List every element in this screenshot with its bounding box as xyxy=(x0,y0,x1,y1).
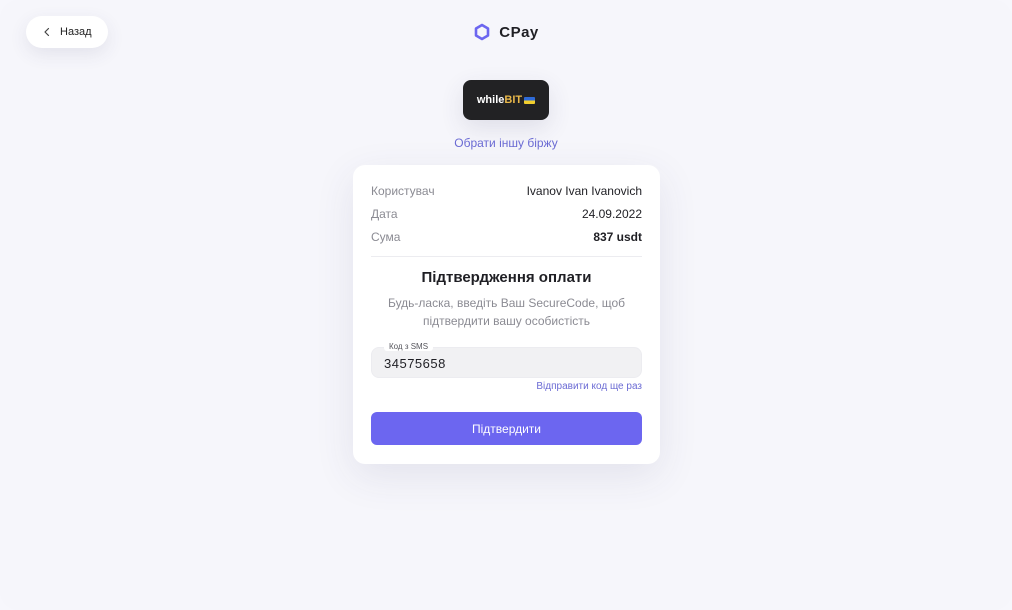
page-background: Назад CPay while BIT Обрати іншу біржу Ко… xyxy=(0,0,1012,610)
detail-row-user: Користувач Ivanov Ivan Ivanovich xyxy=(371,183,642,199)
ukraine-flag-icon xyxy=(524,96,536,104)
change-exchange-link[interactable]: Обрати іншу біржу xyxy=(0,136,1012,150)
brand-name: CPay xyxy=(499,23,539,41)
sms-code-field[interactable]: Код з SMS xyxy=(371,342,642,378)
detail-label: Дата xyxy=(371,207,398,221)
detail-label: Сума xyxy=(371,230,401,244)
confirm-title: Підтвердження оплати xyxy=(421,269,592,286)
exchange-logo: while BIT xyxy=(463,80,549,120)
exchange-name-part1: while xyxy=(476,94,505,106)
sms-code-input[interactable] xyxy=(384,355,624,371)
detail-row-date: Дата 24.09.2022 xyxy=(371,206,642,222)
payment-card: Користувач Ivanov Ivan Ivanovich Дата 24… xyxy=(353,165,660,464)
sms-code-label: Код з SMS xyxy=(384,342,434,351)
detail-value: 837 usdt xyxy=(593,230,642,244)
detail-row-amount: Сума 837 usdt xyxy=(371,229,642,245)
divider xyxy=(371,256,642,257)
detail-label: Користувач xyxy=(371,184,435,198)
app-logo: CPay xyxy=(0,22,1012,42)
resend-code-link[interactable]: Відправити код ще раз xyxy=(536,381,642,392)
detail-value: Ivanov Ivan Ivanovich xyxy=(526,184,642,198)
confirm-description: Будь-ласка, введіть Ваш SecureCode, щоб … xyxy=(387,296,626,328)
detail-value: 24.09.2022 xyxy=(581,207,642,221)
exchange-name-part2: BIT xyxy=(504,94,523,106)
confirm-button[interactable]: Підтвердити xyxy=(371,412,642,445)
hexagon-logo-icon xyxy=(473,23,491,41)
